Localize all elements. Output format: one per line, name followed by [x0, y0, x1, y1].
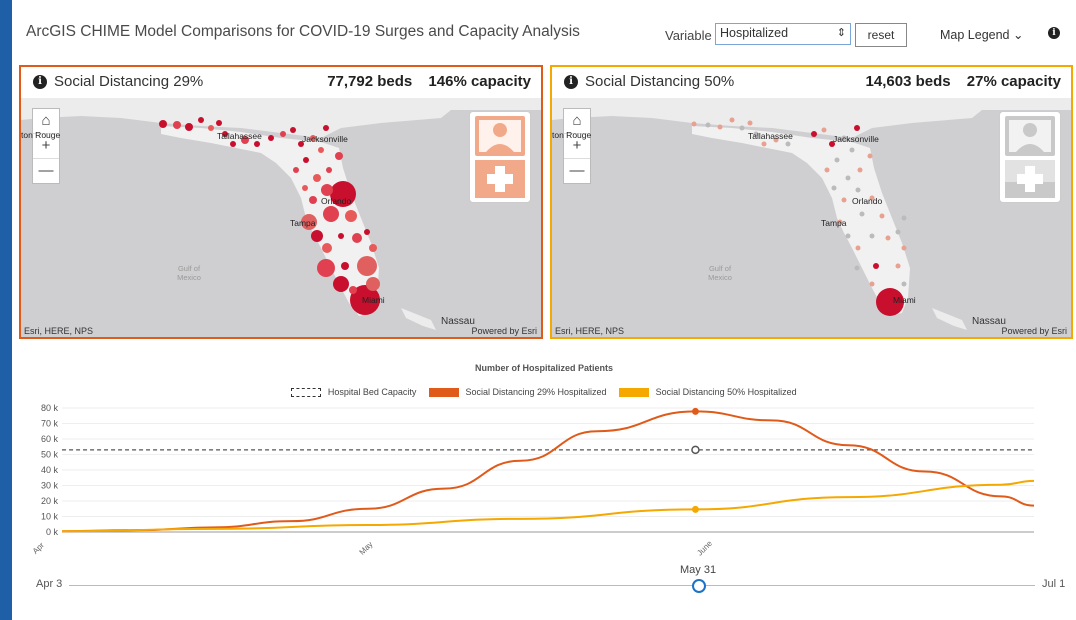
x-tick-label: June — [695, 539, 714, 558]
scenario-title: Social Distancing 29% — [54, 73, 204, 90]
zoom-out-button[interactable]: — — [33, 159, 59, 183]
select-updown-icon: ⇕ — [836, 27, 846, 39]
slider-current-label: May 31 — [680, 564, 717, 576]
place-label: Tallahassee — [748, 131, 793, 141]
place-label: ton Rouge — [21, 130, 61, 140]
map-card-header: i Social Distancing 50% 14,603 beds 27% … — [552, 67, 1071, 98]
top-bar: ArcGIS CHIME Model Comparisons for COVID… — [12, 0, 1076, 62]
data-point — [691, 407, 699, 415]
time-slider-track[interactable] — [69, 585, 1035, 586]
place-label: Jacksonville — [833, 134, 879, 144]
y-tick-label: 70 k — [41, 419, 59, 429]
data-point — [691, 505, 699, 513]
x-tick-label: May — [358, 540, 375, 557]
map-view[interactable]: ⌂ + — ton Rouge Tallahassee Jacksonville… — [552, 98, 1071, 337]
data-point — [691, 445, 700, 455]
y-tick-label: 80 k — [41, 403, 59, 413]
map-attribution: Esri, HERE, NPS — [24, 326, 94, 336]
info-icon[interactable]: i — [1048, 27, 1060, 39]
place-label: Miami — [893, 295, 916, 305]
beds-value: 14,603 beds — [865, 73, 951, 90]
y-tick-label: 30 k — [41, 481, 59, 491]
y-tick-label: 60 k — [41, 434, 59, 444]
place-label: Jacksonville — [302, 134, 348, 144]
line-chart: 0 k 10 k 20 k 30 k 40 k 50 k 60 k 70 k 80 k Apr Ma… — [31, 403, 1035, 558]
variable-label: Variable — [665, 28, 712, 43]
app-panel: ArcGIS CHIME Model Comparisons for COVID… — [12, 0, 1076, 620]
place-label: Tampa — [821, 218, 847, 228]
place-label: Nassau — [441, 316, 475, 327]
map-card-sd29: i Social Distancing 29% 77,792 beds 146%… — [19, 65, 543, 339]
info-icon[interactable]: i — [564, 75, 578, 89]
y-tick-label: 20 k — [41, 496, 59, 506]
hospital-capacity-icon — [469, 111, 531, 203]
time-slider-thumb[interactable] — [692, 579, 706, 593]
y-tick-label: 10 k — [41, 512, 59, 522]
capacity-value: 27% capacity — [966, 73, 1061, 90]
map-attribution: Esri, HERE, NPS — [555, 326, 625, 336]
x-tick-label: Apr — [31, 540, 46, 555]
gulf-label: Gulf of Mexico — [708, 264, 732, 282]
map-card-sd50: i Social Distancing 50% 14,603 beds 27% … — [550, 65, 1073, 339]
y-tick-label: 50 k — [41, 450, 59, 460]
place-label: Tallahassee — [217, 131, 262, 141]
powered-by[interactable]: Powered by Esri — [1001, 326, 1067, 336]
place-label: Tampa — [290, 218, 316, 228]
reset-button[interactable]: reset — [855, 23, 907, 47]
slider-start-label: Apr 3 — [36, 578, 63, 590]
powered-by[interactable]: Powered by Esri — [471, 326, 537, 336]
variable-select-value: Hospitalized — [720, 26, 789, 40]
info-icon[interactable]: i — [33, 75, 47, 89]
map-card-header: i Social Distancing 29% 77,792 beds 146%… — [21, 67, 541, 98]
zoom-controls: ⌂ + — — [32, 108, 60, 184]
place-label: ton Rouge — [552, 130, 592, 140]
place-label: Orlando — [321, 196, 352, 206]
zoom-controls: ⌂ + — — [563, 108, 591, 184]
florida-map — [552, 98, 1071, 337]
series-line — [61, 410, 1035, 533]
zoom-out-button[interactable]: — — [564, 159, 590, 183]
chart-section: Number of Hospitalized Patients Hospital… — [12, 356, 1076, 620]
map-legend-toggle[interactable]: Map Legend ⌄ — [940, 27, 1023, 42]
scenario-stats: 77,792 beds 146% capacity — [315, 73, 531, 90]
y-tick-label: 0 k — [46, 527, 59, 537]
scenario-stats: 14,603 beds 27% capacity — [854, 73, 1061, 90]
variable-select[interactable]: Hospitalized ⇕ — [715, 23, 851, 45]
app-title: ArcGIS CHIME Model Comparisons for COVID… — [26, 23, 580, 40]
scenario-title: Social Distancing 50% — [585, 73, 735, 90]
hospital-capacity-icon — [999, 111, 1061, 203]
map-view[interactable]: ⌂ + — ton Rouge Tallahassee Jacksonville… — [21, 98, 541, 337]
gulf-label: Gulf of Mexico — [177, 264, 201, 282]
place-label: Orlando — [852, 196, 883, 206]
capacity-value: 146% capacity — [428, 73, 531, 90]
florida-map — [21, 98, 541, 337]
slider-end-label: Jul 1 — [1042, 578, 1066, 590]
chart-title: Number of Hospitalized Patients — [474, 363, 614, 373]
beds-value: 77,792 beds — [327, 73, 413, 90]
place-label: Miami — [362, 295, 385, 305]
series-line — [61, 479, 1035, 533]
y-tick-label: 40 k — [41, 465, 59, 475]
